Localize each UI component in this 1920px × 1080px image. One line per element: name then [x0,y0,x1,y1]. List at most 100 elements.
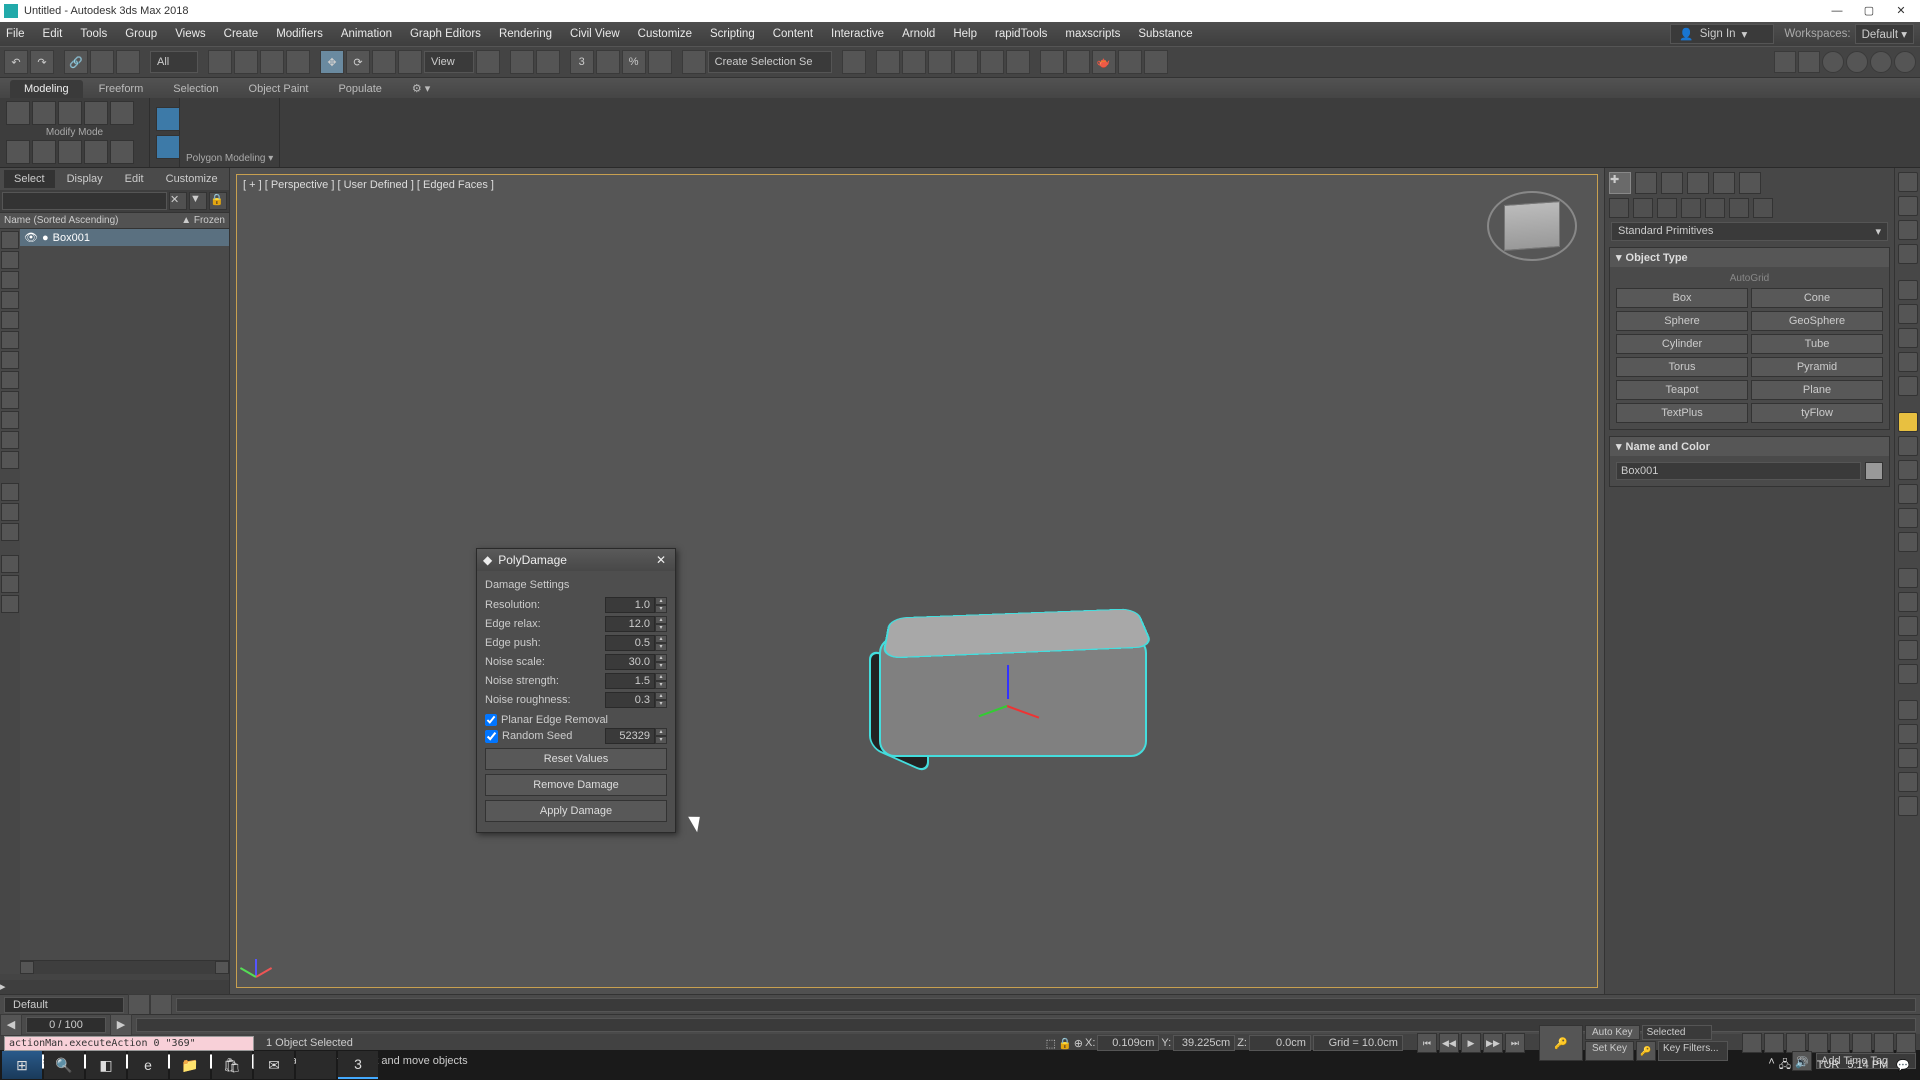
goto-end-button[interactable]: ⏭ [1505,1033,1525,1053]
spacewarps-button[interactable] [1729,198,1749,218]
scene-expand-button[interactable]: ▸ [0,980,229,994]
scene-header-frozen[interactable]: ▲ Frozen [181,215,225,226]
nav-button[interactable] [1874,1033,1894,1053]
menu-customize[interactable]: Customize [638,28,692,40]
menu-animation[interactable]: Animation [341,28,392,40]
schematic-view-button[interactable] [980,50,1004,74]
filter-icon[interactable] [1,391,19,409]
filter-icon[interactable] [1,595,19,613]
noise-strength-spinner[interactable] [605,673,655,689]
spin-up[interactable]: ▴ [655,597,667,605]
filter-icon[interactable] [1,431,19,449]
mini-tool[interactable] [1898,568,1918,588]
scene-tab-customize[interactable]: Customize [156,170,228,188]
align-button[interactable] [876,50,900,74]
x-coord-input[interactable]: 0.109cm [1097,1035,1159,1051]
ribbon-b2[interactable] [32,140,56,164]
filter-icon[interactable] [1,231,19,249]
menu-scripting[interactable]: Scripting [710,28,755,40]
geometry-button[interactable] [1609,198,1629,218]
noise-scale-spinner[interactable] [605,654,655,670]
filter-icon[interactable] [1,311,19,329]
render-production-button[interactable]: 🫖 [1092,50,1116,74]
mini-tool[interactable] [1898,508,1918,528]
scene-tab-display[interactable]: Display [57,170,113,188]
isolate-icon[interactable]: ⬚ [1046,1037,1056,1050]
mini-tool[interactable] [1898,484,1918,504]
toggle-ribbon-button[interactable] [928,50,952,74]
cameras-button[interactable] [1681,198,1701,218]
spin-up[interactable]: ▴ [655,654,667,662]
maxscript-listener-1[interactable]: actionMan.executeAction 0 "369" [4,1036,254,1051]
selection-filter-dropdown[interactable]: All [150,51,198,73]
sub-poly-button[interactable] [84,101,108,125]
cylinder-button[interactable]: Cylinder [1616,334,1748,354]
mini-tool[interactable] [1898,244,1918,264]
coord-mode-icon[interactable]: ⊕ [1074,1037,1083,1050]
mini-tool[interactable] [1898,280,1918,300]
timeline-next-button[interactable]: ▶ [110,1014,132,1036]
eye-icon[interactable]: 👁 [24,231,38,244]
ribbon-tab-populate[interactable]: Populate [324,80,395,98]
render-button[interactable] [1118,50,1142,74]
spin-down[interactable]: ▾ [655,624,667,632]
cone-button[interactable]: Cone [1751,288,1883,308]
create-tab[interactable]: ✚ [1609,172,1631,194]
ribbon-tab-more[interactable]: ⚙ ▾ [398,79,444,98]
menu-group[interactable]: Group [125,28,157,40]
zoom-extents-button[interactable] [1808,1033,1828,1053]
frame-display[interactable]: 0 / 100 [26,1017,106,1033]
poly-modeling-label[interactable]: Polygon Modeling ▾ [186,153,273,164]
zoom-button[interactable] [1786,1033,1806,1053]
select-move-button[interactable]: ✥ [320,50,344,74]
mini-tool[interactable] [1898,640,1918,660]
menu-maxscripts[interactable]: maxscripts [1065,28,1120,40]
extra-5[interactable] [1870,51,1892,73]
minimize-button[interactable]: — [1822,1,1852,21]
viewcube[interactable] [1487,191,1577,261]
track-set-dropdown[interactable]: Default [4,997,124,1013]
spin-down[interactable]: ▾ [655,605,667,613]
menu-interactive[interactable]: Interactive [831,28,884,40]
lock-icon[interactable]: 🔒 [1058,1037,1072,1050]
play-button[interactable]: ▶ [1461,1033,1481,1053]
tray-up-icon[interactable]: ˄ [1768,1056,1774,1075]
filter-icon[interactable] [1,575,19,593]
timeline-prev-button[interactable]: ◀ [0,1014,22,1036]
mini-tool[interactable] [1898,796,1918,816]
edit-named-sel-button[interactable] [682,50,706,74]
mini-tool[interactable] [1898,748,1918,768]
bind-button[interactable] [116,50,140,74]
extra-4[interactable] [1846,51,1868,73]
z-coord-input[interactable]: 0.0cm [1249,1035,1311,1051]
filter-icon[interactable] [1,371,19,389]
extra-6[interactable] [1894,51,1916,73]
nav-button[interactable] [1830,1033,1850,1053]
extra-1[interactable] [1774,51,1796,73]
geosphere-button[interactable]: GeoSphere [1751,311,1883,331]
remove-damage-button[interactable]: Remove Damage [485,774,667,796]
nav-button[interactable] [1852,1033,1872,1053]
planar-edge-checkbox[interactable] [485,714,497,726]
mini-tool[interactable] [1898,436,1918,456]
menu-rendering[interactable]: Rendering [499,28,552,40]
spin-up[interactable]: ▴ [655,692,667,700]
ribbon-b1[interactable] [6,140,30,164]
goto-start-button[interactable]: ⏮ [1417,1033,1437,1053]
spin-up[interactable]: ▴ [655,673,667,681]
sub-element-button[interactable] [110,101,134,125]
pan-view-button[interactable] [1742,1033,1762,1053]
scene-header-name[interactable]: Name (Sorted Ascending) [4,215,181,226]
ref-coord-dropdown[interactable]: View [424,51,474,73]
plane-button[interactable]: Plane [1751,380,1883,400]
display-tab[interactable] [1713,172,1735,194]
autokey-button[interactable]: Auto Key [1585,1025,1640,1040]
spin-down[interactable]: ▾ [655,736,667,744]
scroll-left-button[interactable] [20,961,34,974]
render-setup-button[interactable] [1040,50,1064,74]
dialog-close-button[interactable]: ✕ [653,553,669,567]
scene-lock-icon[interactable]: 🔒 [209,192,227,210]
filter-icon[interactable] [1,451,19,469]
window-crossing-button[interactable] [286,50,310,74]
mini-tool[interactable] [1898,592,1918,612]
